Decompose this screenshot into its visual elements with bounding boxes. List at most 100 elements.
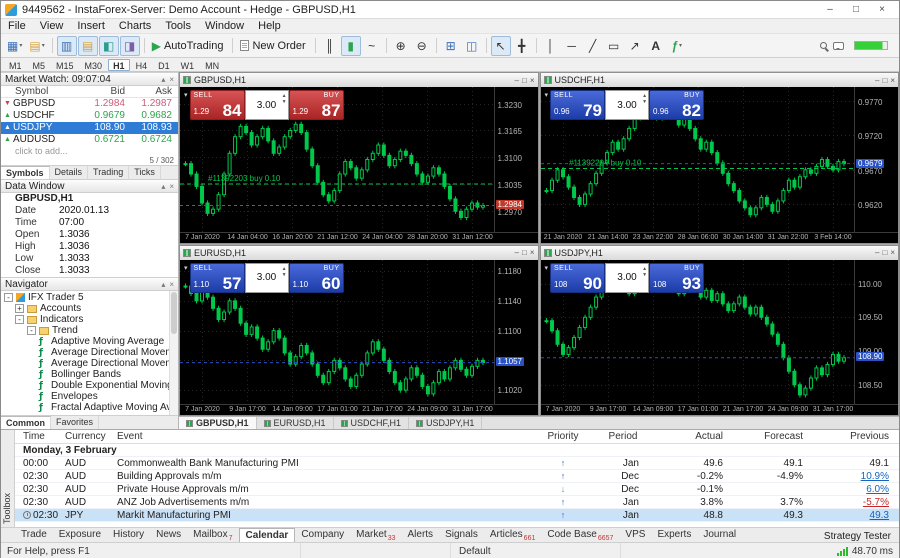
tree-item-indicator[interactable]: ƒ Double Exponential Moving Av [1, 380, 178, 391]
timeframe-h1[interactable]: H1 [108, 58, 130, 71]
panel-menu-icon[interactable]: ▴ [161, 182, 165, 191]
maximize-button[interactable]: □ [843, 2, 869, 18]
minimize-button[interactable]: – [817, 2, 843, 18]
col-period[interactable]: Period [591, 431, 655, 442]
profile-selector[interactable]: Default [451, 543, 621, 558]
chart-title-bar[interactable]: GBPUSD,H1 – □ × [180, 73, 538, 87]
menu-insert[interactable]: Insert [70, 19, 112, 34]
chart-restore-button[interactable]: □ [882, 76, 887, 85]
tree-item-indicator[interactable]: ƒ Bollinger Bands [1, 369, 178, 380]
col-time[interactable]: Time [15, 431, 65, 442]
ocp-collapse-icon[interactable]: ▾ [184, 91, 188, 99]
col-event[interactable]: Event [117, 431, 535, 442]
sell-button[interactable]: SELL 1.10 57 [189, 262, 245, 293]
chart-plot-area[interactable]: ▾ SELL 0.96 79 3.00 ▲ ▼ BUY 0.96 82 #11392204 … [540, 87, 854, 232]
strategy-tester-link[interactable]: Strategy Tester [816, 531, 899, 542]
tab-trade[interactable]: Trade [15, 528, 53, 542]
panel-close-icon[interactable]: × [169, 75, 174, 84]
lot-size-input[interactable]: 3.00 ▲ ▼ [605, 90, 650, 120]
calendar-row[interactable]: 02:30 AUD Building Approvals m/m ↑ Dec -… [15, 470, 899, 483]
tab-calendar[interactable]: Calendar [238, 528, 296, 542]
chart-title-bar[interactable]: USDJPY,H1 – □ × [540, 245, 898, 260]
connection-status[interactable]: 48.70 ms [836, 546, 899, 557]
ocp-collapse-icon[interactable]: ▾ [545, 91, 549, 99]
chart-title-bar[interactable]: USDCHF,H1 – □ × [540, 73, 898, 87]
navigator-scrollbar[interactable] [169, 291, 178, 415]
menu-file[interactable]: File [1, 19, 33, 34]
timeframe-h4[interactable]: H4 [131, 59, 153, 71]
arrows-button[interactable]: ↗ [625, 36, 645, 56]
text-button[interactable]: A [646, 36, 666, 56]
col-priority[interactable]: Priority [535, 431, 591, 442]
tab-trading[interactable]: Trading [88, 166, 130, 179]
market-watch-toggle[interactable]: ▥ [56, 35, 77, 56]
buy-button[interactable]: BUY 1.10 60 [288, 262, 344, 293]
tile-windows-button[interactable]: ⊞ [441, 36, 461, 56]
collapse-icon[interactable]: - [27, 326, 36, 335]
navigator-toggle[interactable]: ◧ [98, 35, 119, 56]
chart-title-bar[interactable]: EURUSD,H1 – □ × [180, 245, 538, 260]
panel-menu-icon[interactable]: ▴ [161, 280, 165, 289]
tab-news[interactable]: News [150, 528, 187, 542]
line-chart-button[interactable]: ~ [362, 36, 382, 56]
menu-charts[interactable]: Charts [112, 19, 158, 34]
chart-window-eurusd[interactable]: EURUSD,H1 – □ × ▾ SELL 1.10 57 3.00 ▲ ▼ BUY 1.1… [179, 244, 539, 416]
panel-menu-icon[interactable]: ▴ [161, 75, 165, 84]
tab-mailbox[interactable]: Mailbox7 [187, 528, 238, 542]
tree-item-indicator[interactable]: ƒ Average Directional Movement [1, 347, 178, 358]
col-currency[interactable]: Currency [65, 431, 117, 442]
chart-minimize-button[interactable]: – [875, 248, 879, 257]
autotrading-button[interactable]: ▶ AutoTrading [149, 36, 229, 56]
community-chat-icon[interactable] [833, 41, 844, 50]
tree-item-indicator[interactable]: ƒ Fractal Adaptive Moving Aver [1, 402, 178, 413]
timeframe-m15[interactable]: M15 [51, 59, 79, 71]
cursor-button[interactable]: ↖ [490, 35, 511, 56]
chart-close-button[interactable]: × [530, 248, 535, 257]
calendar-row[interactable]: 02:30 AUD ANZ Job Advertisements m/m ↑ J… [15, 496, 899, 509]
chart-restore-button[interactable]: □ [522, 76, 527, 85]
timeframe-w1[interactable]: W1 [176, 59, 200, 71]
tree-item-indicators[interactable]: - Indicators [1, 314, 178, 325]
menu-window[interactable]: Window [198, 19, 251, 34]
lot-size-input[interactable]: 3.00 ▲ ▼ [244, 90, 289, 120]
calendar-row[interactable]: 00:00 AUD Commonwealth Bank Manufacturin… [15, 457, 899, 470]
sell-button[interactable]: SELL 0.96 79 [550, 90, 606, 120]
calendar-row-selected[interactable]: 02:30 JPY Markit Manufacturing PMI ↑ Jan… [15, 509, 899, 522]
trendline-button[interactable]: ╱ [583, 36, 603, 56]
lot-size-input[interactable]: 3.00 ▲ ▼ [244, 262, 289, 293]
bar-chart-button[interactable]: ║ [320, 36, 340, 56]
tab-common[interactable]: Common [1, 416, 51, 429]
cascade-windows-button[interactable]: ◫ [462, 36, 482, 56]
tree-item-indicator[interactable]: ƒ Adaptive Moving Average [1, 336, 178, 347]
chart-tab-gbpusd[interactable]: GBPUSD,H1 [179, 417, 257, 429]
chart-close-button[interactable]: × [530, 76, 535, 85]
timeframe-d1[interactable]: D1 [153, 59, 175, 71]
chart-restore-button[interactable]: □ [522, 248, 527, 257]
vertical-line-button[interactable]: │ [541, 36, 561, 56]
chart-restore-button[interactable]: □ [882, 248, 887, 257]
sell-button[interactable]: SELL 108 90 [550, 262, 606, 293]
chart-tab-usdchf[interactable]: USDCHF,H1 [334, 417, 410, 429]
buy-button[interactable]: BUY 1.29 87 [288, 90, 344, 120]
chart-minimize-button[interactable]: – [515, 248, 519, 257]
new-order-button[interactable]: New Order [237, 36, 310, 56]
tree-item-indicator[interactable]: ƒ Average Directional Movement [1, 358, 178, 369]
tab-signals[interactable]: Signals [439, 528, 484, 542]
column-bid[interactable]: Bid [73, 86, 125, 97]
buy-button[interactable]: BUY 0.96 82 [649, 90, 705, 120]
column-symbol[interactable]: Symbol [1, 86, 73, 97]
chart-close-button[interactable]: × [890, 248, 895, 257]
chart-close-button[interactable]: × [890, 76, 895, 85]
profiles-button[interactable]: ▤ ▾ [26, 36, 47, 56]
tab-ticks[interactable]: Ticks [129, 166, 161, 179]
tab-history[interactable]: History [107, 528, 150, 542]
spinner-icons[interactable]: ▲ ▼ [282, 266, 287, 278]
tab-market[interactable]: Market33 [350, 528, 401, 542]
data-window-title-bar[interactable]: Data Window ▴ × [1, 179, 178, 193]
tab-company[interactable]: Company [295, 528, 350, 542]
tab-details[interactable]: Details [50, 166, 89, 179]
collapse-icon[interactable]: - [15, 315, 24, 324]
search-icon[interactable] [820, 42, 827, 49]
tab-vps[interactable]: VPS [619, 528, 651, 542]
market-watch-row[interactable]: ▲ AUDUSD 0.6721 0.6724 [1, 134, 178, 146]
